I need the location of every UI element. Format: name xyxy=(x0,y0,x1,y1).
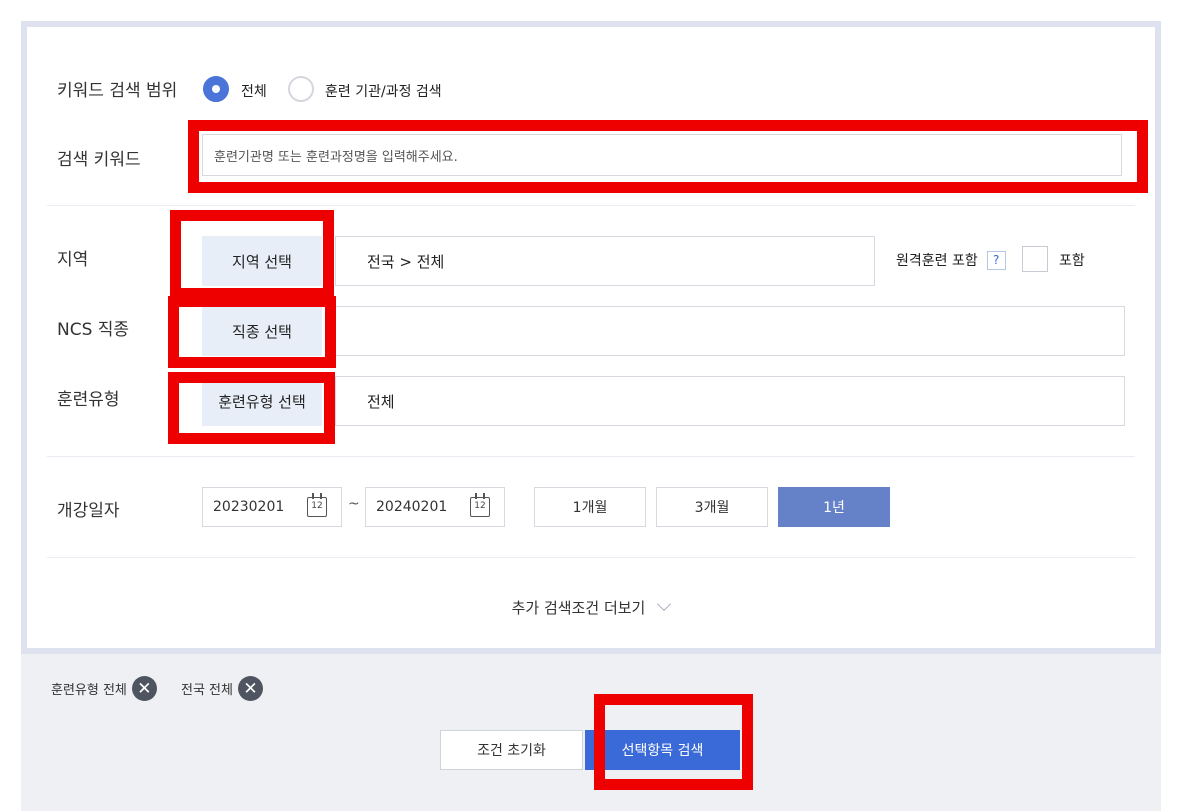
date-from-input[interactable]: 20230201 12 xyxy=(202,487,342,527)
date-to-value: 20240201 xyxy=(376,499,448,515)
date-separator: ~ xyxy=(348,496,360,512)
calendar-icon[interactable]: 12 xyxy=(307,493,327,517)
period-3-month-button[interactable]: 3개월 xyxy=(656,487,768,527)
divider xyxy=(47,456,1135,457)
period-1-month-button[interactable]: 1개월 xyxy=(534,487,646,527)
region-label: 지역 xyxy=(57,250,89,270)
reset-conditions-button[interactable]: 조건 초기화 xyxy=(440,730,583,770)
region-value-field: 전국 > 전체 xyxy=(335,236,875,286)
help-icon[interactable]: ? xyxy=(986,250,1006,270)
keyword-highlight-box xyxy=(188,120,1148,193)
close-icon[interactable]: ✕ xyxy=(237,676,263,701)
remote-training-option: 원격훈련 포함 ? xyxy=(896,250,1006,270)
chip-label: 전국 전체 xyxy=(181,683,233,698)
radio-all[interactable] xyxy=(203,76,229,102)
more-conditions-label: 추가 검색조건 더보기 xyxy=(511,599,646,617)
more-conditions-toggle[interactable]: 추가 검색조건 더보기 xyxy=(0,596,1181,618)
chip-label: 훈련유형 전체 xyxy=(51,683,127,698)
date-from-value: 20230201 xyxy=(213,499,285,515)
ncs-button-highlight-box xyxy=(168,296,336,368)
chip-training-type: 훈련유형 전체 ✕ xyxy=(51,676,157,701)
search-button-highlight-box xyxy=(594,694,753,790)
date-to-input[interactable]: 20240201 12 xyxy=(365,487,505,527)
radio-all-label[interactable]: 전체 xyxy=(241,81,267,101)
divider xyxy=(47,205,1135,206)
ncs-value-field xyxy=(335,306,1125,356)
training-type-label: 훈련유형 xyxy=(57,390,120,410)
radio-institution-course-label[interactable]: 훈련 기관/과정 검색 xyxy=(325,81,442,101)
include-label: 포함 xyxy=(1059,253,1085,269)
divider xyxy=(47,557,1135,558)
region-button-highlight-box xyxy=(170,210,334,299)
keyword-scope-label: 키워드 검색 범위 xyxy=(57,81,178,101)
remote-include-checkbox[interactable] xyxy=(1022,246,1048,272)
keyword-label: 검색 키워드 xyxy=(57,150,141,170)
training-type-highlight-box xyxy=(168,372,335,444)
period-1-year-button[interactable]: 1년 xyxy=(778,487,890,527)
chip-region: 전국 전체 ✕ xyxy=(181,676,263,701)
chevron-down-icon xyxy=(657,596,672,612)
close-icon[interactable]: ✕ xyxy=(131,676,157,701)
radio-institution-course[interactable] xyxy=(288,76,314,102)
start-date-label: 개강일자 xyxy=(57,501,120,521)
training-type-value-field: 전체 xyxy=(335,376,1125,426)
calendar-icon[interactable]: 12 xyxy=(470,493,490,517)
ncs-label: NCS 직종 xyxy=(57,320,130,340)
remote-training-label: 원격훈련 포함 xyxy=(896,253,978,269)
